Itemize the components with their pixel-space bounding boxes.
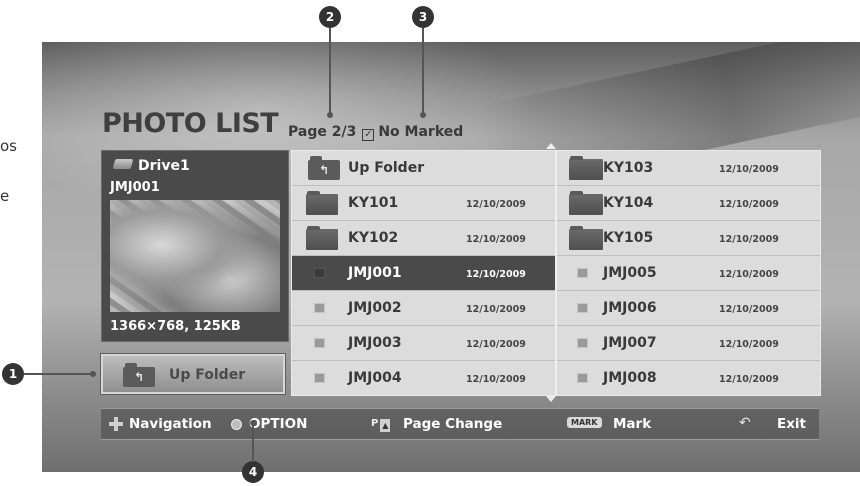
- cropped-text-line-1: os: [0, 137, 17, 155]
- callout-2: 2: [319, 6, 341, 28]
- file-date: 12/10/2009: [719, 339, 779, 350]
- checkbox-icon: ✓: [362, 129, 375, 141]
- photo-icon: [314, 268, 325, 278]
- cropped-text-line-2: e: [0, 187, 10, 205]
- file-name: KY101: [348, 195, 399, 211]
- callout-3-dot: [420, 112, 426, 118]
- file-name: JMJ004: [348, 370, 402, 386]
- callout-2-dot: [327, 112, 333, 118]
- file-name: KY103: [603, 160, 654, 176]
- photo-preview-panel: Drive1 JMJ001 1366×768, 125KB: [101, 150, 289, 342]
- callout-3-leader: [422, 28, 424, 114]
- scroll-down-arrow-icon[interactable]: [546, 396, 556, 402]
- list-item[interactable]: JMJ005 12/10/2009: [557, 256, 820, 291]
- folder-icon: [569, 191, 603, 215]
- page-change-icon: P ▲: [371, 418, 391, 432]
- callout-4-dot: [250, 420, 256, 426]
- folder-icon: [569, 156, 603, 180]
- file-name: KY102: [348, 230, 399, 246]
- list-item[interactable]: KY105 12/10/2009: [557, 221, 820, 256]
- preview-filename: JMJ001: [110, 180, 160, 195]
- list-item[interactable]: JMJ004 12/10/2009: [292, 361, 555, 396]
- callout-4: 4: [242, 461, 264, 483]
- photo-icon: [577, 268, 588, 278]
- exit-label: Exit: [777, 416, 807, 432]
- file-date: 12/10/2009: [466, 339, 526, 350]
- list-item[interactable]: JMJ002 12/10/2009: [292, 291, 555, 326]
- photo-icon: [314, 373, 325, 383]
- option-button-icon: [231, 419, 242, 430]
- mark-key-icon: MARK: [567, 417, 602, 428]
- file-name: JMJ007: [603, 335, 657, 351]
- list-item[interactable]: JMJ006 12/10/2009: [557, 291, 820, 326]
- navigation-label: Navigation: [129, 416, 212, 432]
- folder-icon: [569, 226, 603, 250]
- file-name: JMJ002: [348, 300, 402, 316]
- folder-icon: [306, 191, 338, 215]
- up-folder-button[interactable]: ↰ Up Folder: [101, 354, 285, 394]
- file-name: JMJ001: [348, 265, 402, 281]
- page-number: Page 2/3: [288, 124, 357, 140]
- callout-4-leader: [252, 424, 254, 462]
- up-folder-button-label: Up Folder: [169, 367, 246, 383]
- photo-icon: [314, 303, 325, 313]
- list-item-selected[interactable]: JMJ001 12/10/2009: [292, 256, 555, 291]
- photo-icon: [577, 303, 588, 313]
- list-item[interactable]: JMJ007 12/10/2009: [557, 326, 820, 361]
- file-date: 12/10/2009: [466, 269, 526, 280]
- list-item[interactable]: JMJ003 12/10/2009: [292, 326, 555, 361]
- file-date: 12/10/2009: [719, 234, 779, 245]
- scroll-up-arrow-icon[interactable]: [546, 143, 556, 149]
- list-item[interactable]: KY102 12/10/2009: [292, 221, 555, 256]
- preview-info: 1366×768, 125KB: [110, 319, 241, 334]
- list-item[interactable]: KY103 12/10/2009: [557, 151, 820, 186]
- file-name: Up Folder: [348, 160, 425, 176]
- button-guide-bar: Navigation OPTION P ▲ Page Change MARK Ma…: [101, 408, 819, 440]
- exit-icon: ↶: [739, 415, 751, 431]
- file-name: JMJ003: [348, 335, 402, 351]
- preview-thumbnail: [110, 200, 280, 312]
- page-change-label: Page Change: [403, 416, 503, 432]
- callout-1: 1: [2, 363, 24, 385]
- file-date: 12/10/2009: [466, 234, 526, 245]
- up-folder-icon: ↰: [123, 363, 155, 387]
- photo-icon: [577, 338, 588, 348]
- file-grid: ↰ Up Folder KY101 12/10/2009 KY102 12/10…: [291, 150, 821, 396]
- folder-icon: [306, 226, 338, 250]
- file-date: 12/10/2009: [466, 374, 526, 385]
- callout-2-leader: [329, 28, 331, 114]
- page-title: PHOTO LIST: [102, 108, 279, 139]
- list-item[interactable]: KY104 12/10/2009: [557, 186, 820, 221]
- file-date: 12/10/2009: [466, 199, 526, 210]
- page-indicator: Page 2/3 ✓ No Marked: [288, 124, 463, 141]
- drive-name: Drive1: [138, 158, 190, 174]
- file-name: KY104: [603, 195, 654, 211]
- file-date: 12/10/2009: [719, 304, 779, 315]
- file-date: 12/10/2009: [719, 164, 779, 175]
- file-date: 12/10/2009: [719, 269, 779, 280]
- callout-1-dot: [90, 371, 96, 377]
- photo-icon: [314, 338, 325, 348]
- drive-label: Drive1: [112, 158, 190, 174]
- callout-3: 3: [412, 6, 434, 28]
- option-label: OPTION: [249, 416, 308, 432]
- mark-label: Mark: [613, 416, 652, 432]
- file-date: 12/10/2009: [466, 304, 526, 315]
- list-item[interactable]: JMJ008 12/10/2009: [557, 361, 820, 396]
- file-name: JMJ008: [603, 370, 657, 386]
- file-name: JMJ005: [603, 265, 657, 281]
- file-name: JMJ006: [603, 300, 657, 316]
- callout-1-leader: [24, 373, 92, 375]
- drive-icon: [112, 159, 134, 169]
- mark-status: No Marked: [378, 124, 464, 140]
- list-item-up-folder[interactable]: ↰ Up Folder: [292, 151, 555, 186]
- up-folder-icon: ↰: [308, 156, 340, 180]
- file-name: KY105: [603, 230, 654, 246]
- list-item[interactable]: KY101 12/10/2009: [292, 186, 555, 221]
- navigation-arrows-icon: [109, 417, 123, 431]
- photo-icon: [577, 373, 588, 383]
- file-date: 12/10/2009: [719, 374, 779, 385]
- file-date: 12/10/2009: [719, 199, 779, 210]
